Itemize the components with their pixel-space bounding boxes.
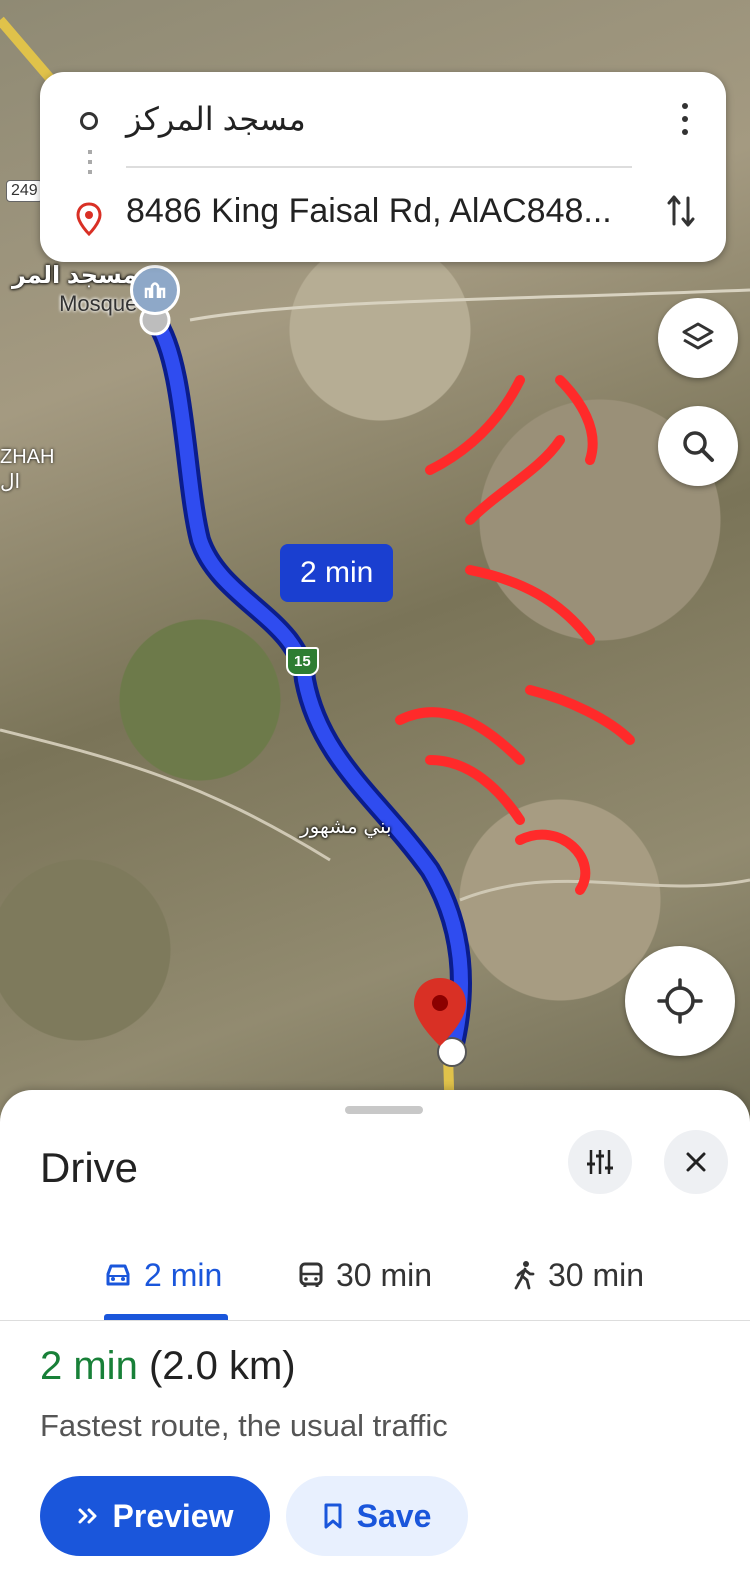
sheet-title: Drive (40, 1144, 139, 1191)
my-location-button[interactable] (625, 946, 735, 1056)
directions-sheet: Drive 2 min 30 min 30 min 2 min (2.0 km)… (0, 1090, 750, 1585)
handwritten-annotation (395, 375, 635, 895)
connector-dots (88, 150, 92, 180)
tab-drive-label: 2 min (144, 1256, 223, 1293)
tune-icon (587, 1150, 613, 1174)
map-search-button[interactable] (658, 406, 738, 486)
route-time-chip[interactable]: 2 min (280, 544, 394, 602)
poi-label-en: Mosque (59, 290, 138, 316)
area-label: ZHAH ال (0, 446, 55, 493)
directions-card: مسجد المركز 8486 King Faisal Rd, AlAC848… (40, 72, 726, 262)
double-chevron-icon (78, 1508, 97, 1524)
save-button[interactable]: Save (286, 1476, 468, 1556)
tab-walk-label: 30 min (548, 1256, 645, 1293)
route-distance: (2.0 km) (148, 1344, 296, 1388)
layers-icon (682, 322, 714, 350)
route-options-button[interactable] (568, 1130, 632, 1194)
road-shield-249: 249 (6, 180, 43, 202)
walk-icon (514, 1261, 535, 1290)
origin-field[interactable]: مسجد المركز (126, 100, 306, 138)
more-vert-icon[interactable] (682, 102, 688, 136)
drag-handle[interactable] (345, 1106, 423, 1114)
destination-field[interactable]: 8486 King Faisal Rd, AlAC848... (126, 192, 612, 231)
tab-transit[interactable]: 30 min (298, 1230, 432, 1320)
tab-transit-label: 30 min (336, 1256, 433, 1293)
crosshair-icon (657, 978, 703, 1024)
close-button[interactable] (664, 1130, 728, 1194)
origin-circle-icon (80, 112, 98, 130)
preview-button[interactable]: Preview (40, 1476, 270, 1556)
car-icon (106, 1264, 130, 1286)
save-label: Save (356, 1497, 432, 1534)
poi-label-ar: مسجد المر (12, 262, 138, 289)
preview-label: Preview (112, 1497, 234, 1534)
close-icon (686, 1152, 706, 1172)
route-duration: 2 min (40, 1344, 138, 1388)
tab-drive[interactable]: 2 min (104, 1230, 222, 1320)
route-summary: 2 min (2.0 km) (40, 1344, 296, 1389)
swap-icon[interactable] (666, 192, 696, 230)
poi-label-mosque[interactable]: مسجد المر Mosque (12, 262, 137, 317)
tab-walk[interactable]: 30 min (512, 1230, 644, 1320)
travel-mode-tabs: 2 min 30 min 30 min (0, 1230, 750, 1321)
route-description: Fastest route, the usual traffic (40, 1408, 448, 1443)
bus-icon (299, 1262, 323, 1287)
destination-pin-icon (76, 202, 102, 236)
layers-button[interactable] (658, 298, 738, 378)
road-shield-15: 15 (286, 647, 319, 676)
bookmark-icon (324, 1503, 342, 1529)
mosque-icon[interactable] (130, 265, 180, 315)
town-label: بني مشهور (300, 816, 392, 838)
divider (126, 166, 632, 168)
active-tab-indicator (104, 1314, 228, 1320)
search-icon (683, 431, 714, 462)
